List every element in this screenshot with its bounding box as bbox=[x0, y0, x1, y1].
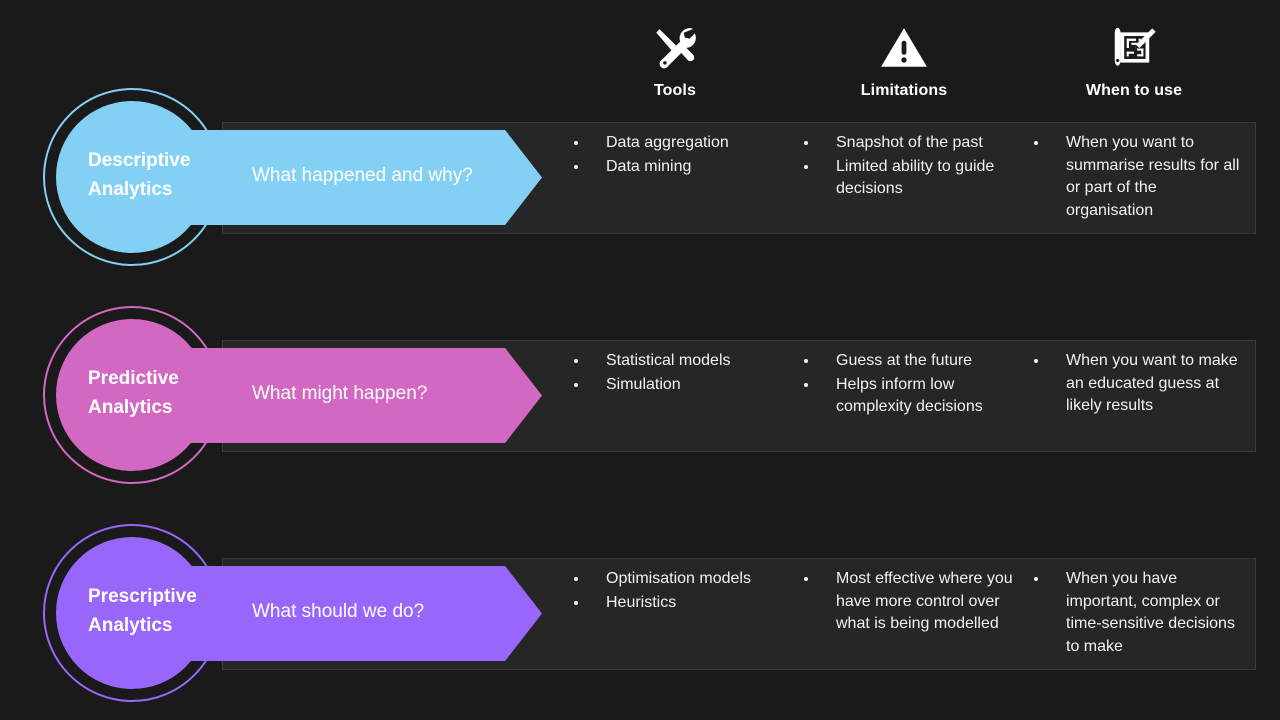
bullet-dot bbox=[804, 577, 808, 581]
list-item: When you want to summarise results for a… bbox=[1028, 132, 1246, 222]
title-line-1: Predictive bbox=[88, 368, 179, 389]
column-header-limitations: Limitations bbox=[804, 20, 1004, 100]
tools-list: Data aggregation Data mining bbox=[568, 132, 798, 179]
tools-list: Statistical models Simulation bbox=[568, 350, 798, 397]
list-item-text: Most effective where you have more contr… bbox=[836, 570, 1013, 632]
list-item: Heuristics bbox=[568, 592, 798, 615]
bullet-dot bbox=[804, 164, 808, 169]
limitations-list: Snapshot of the past Limited ability to … bbox=[798, 132, 1028, 202]
list-item: Limited ability to guide decisions bbox=[798, 156, 1028, 201]
when-to-use-list: When you want to summarise results for a… bbox=[1028, 132, 1246, 223]
column-header-tools: Tools bbox=[575, 20, 775, 100]
column-header-label: When to use bbox=[1085, 82, 1183, 99]
question-text: What should we do? bbox=[252, 601, 425, 622]
list-item-text: Optimisation models bbox=[606, 570, 751, 587]
column-header-label: Limitations bbox=[860, 82, 948, 99]
analytics-type-title: Prescriptive Analytics bbox=[88, 582, 248, 640]
bullet-dot bbox=[1034, 141, 1038, 145]
bullet-dot bbox=[574, 164, 578, 169]
bullet-dot bbox=[574, 382, 578, 387]
limitations-list: Most effective where you have more contr… bbox=[798, 568, 1028, 637]
list-item: Data aggregation bbox=[568, 132, 798, 155]
when-to-use-list: When you have important, complex or time… bbox=[1028, 568, 1246, 659]
list-item-text: Data mining bbox=[606, 157, 692, 175]
list-item-text: When you have important, complex or time… bbox=[1066, 570, 1235, 655]
list-item: Statistical models bbox=[568, 350, 798, 373]
question-text: What happened and why? bbox=[252, 165, 473, 186]
list-item-text: Limited ability to guide decisions bbox=[836, 157, 995, 198]
list-item-text: Heuristics bbox=[606, 593, 677, 611]
bullet-dot bbox=[574, 359, 578, 363]
bullet-dot bbox=[574, 600, 578, 605]
list-item: Simulation bbox=[568, 374, 798, 397]
list-item-text: Simulation bbox=[606, 375, 681, 393]
title-line-2: Analytics bbox=[88, 397, 173, 418]
blueprint-pencil-icon bbox=[1034, 20, 1234, 76]
list-item: When you want to make an educated guess … bbox=[1028, 350, 1246, 418]
title-line-2: Analytics bbox=[88, 615, 173, 636]
bullet-dot bbox=[804, 141, 808, 145]
column-header-label: Tools bbox=[654, 82, 696, 99]
list-item-text: When you want to make an educated guess … bbox=[1066, 352, 1238, 414]
list-item: Optimisation models bbox=[568, 568, 798, 591]
list-item-text: Guess at the future bbox=[836, 352, 973, 369]
question-text: What might happen? bbox=[252, 383, 428, 404]
limitations-list: Guess at the future Helps inform low com… bbox=[798, 350, 1028, 420]
list-item-text: Snapshot of the past bbox=[836, 134, 983, 151]
list-item: Most effective where you have more contr… bbox=[798, 568, 1028, 636]
title-line-1: Prescriptive bbox=[88, 586, 197, 607]
bullet-dot bbox=[1034, 577, 1038, 581]
column-header-when-to-use: When to use bbox=[1034, 20, 1234, 100]
list-item: When you have important, complex or time… bbox=[1028, 568, 1246, 658]
bullet-dot bbox=[574, 577, 578, 581]
bullet-dot bbox=[1034, 359, 1038, 363]
list-item-text: Data aggregation bbox=[606, 134, 729, 151]
list-item: Data mining bbox=[568, 156, 798, 179]
list-item-text: Statistical models bbox=[606, 352, 731, 369]
title-line-1: Descriptive bbox=[88, 150, 191, 171]
analytics-type-title: Descriptive Analytics bbox=[88, 146, 248, 204]
analytics-type-title: Predictive Analytics bbox=[88, 364, 248, 422]
list-item-text: Helps inform low complexity decisions bbox=[836, 375, 983, 416]
warning-triangle-icon bbox=[804, 20, 1004, 76]
title-line-2: Analytics bbox=[88, 179, 173, 200]
tools-list: Optimisation models Heuristics bbox=[568, 568, 798, 615]
list-item: Snapshot of the past bbox=[798, 132, 1028, 155]
tools-icon bbox=[575, 20, 775, 76]
when-to-use-list: When you want to make an educated guess … bbox=[1028, 350, 1246, 419]
bullet-dot bbox=[574, 141, 578, 145]
list-item-text: When you want to summarise results for a… bbox=[1066, 134, 1240, 219]
list-item: Guess at the future bbox=[798, 350, 1028, 373]
list-item: Helps inform low complexity decisions bbox=[798, 374, 1028, 419]
bullet-dot bbox=[804, 359, 808, 363]
bullet-dot bbox=[804, 382, 808, 387]
